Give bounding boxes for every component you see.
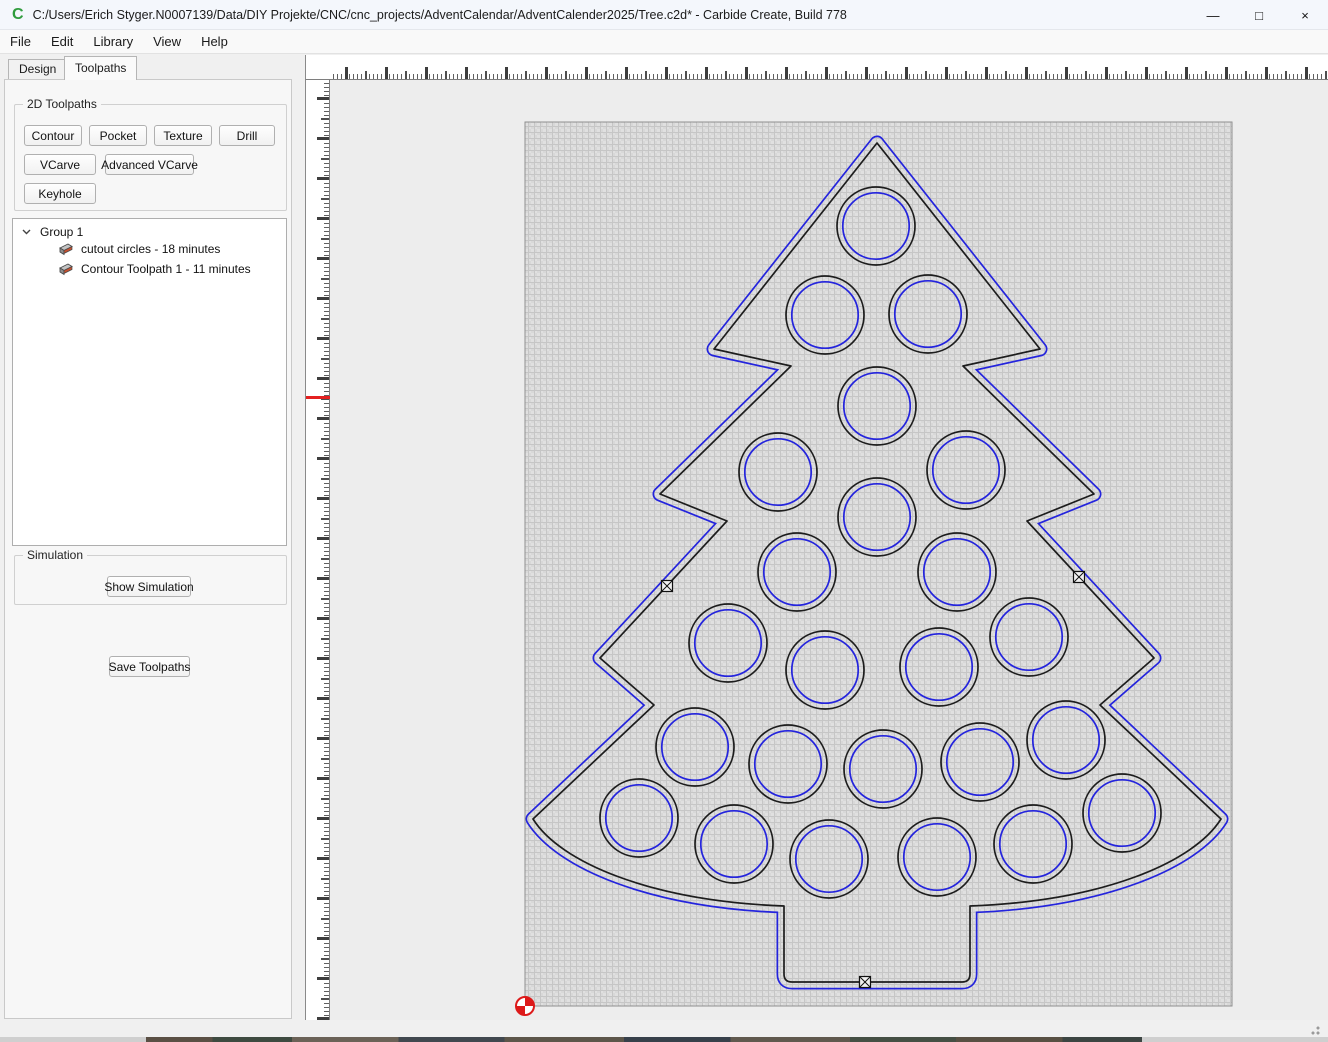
simulation-label: Simulation xyxy=(23,548,88,562)
ruler-position-indicator xyxy=(306,396,330,399)
toolpath-icon xyxy=(58,262,74,276)
minimize-button[interactable]: — xyxy=(1190,0,1236,30)
chevron-down-icon[interactable] xyxy=(22,229,31,235)
menu-help[interactable]: Help xyxy=(191,30,238,53)
tab-design[interactable]: Design xyxy=(8,59,68,79)
show-simulation-button[interactable]: Show Simulation xyxy=(104,576,194,597)
vertical-ruler xyxy=(305,55,330,1020)
title-bar: C C:/Users/Erich Styger.N0007139/Data/DI… xyxy=(0,0,1328,30)
resize-grip[interactable] xyxy=(1310,1025,1324,1035)
drill-button[interactable]: Drill xyxy=(219,125,275,146)
toolpath-item-row[interactable]: cutout circles - 18 minutes xyxy=(13,239,286,259)
taskbar-sliver xyxy=(0,1037,1328,1042)
advanced-vcarve-button[interactable]: Advanced VCarve xyxy=(101,154,198,175)
toolpath-group-label: Group 1 xyxy=(40,225,84,239)
toolpath-item-label: cutout circles - 18 minutes xyxy=(81,242,221,256)
app-logo-icon: C xyxy=(12,5,24,23)
ruler-corner xyxy=(305,55,331,80)
keyhole-button[interactable]: Keyhole xyxy=(24,183,96,204)
vcarve-button[interactable]: VCarve xyxy=(24,154,96,175)
menu-library[interactable]: Library xyxy=(83,30,143,53)
texture-button[interactable]: Texture xyxy=(154,125,212,146)
design-canvas-background[interactable] xyxy=(330,80,1328,1020)
save-toolpaths-button[interactable]: Save Toolpaths xyxy=(109,656,190,677)
window-title: C:/Users/Erich Styger.N0007139/Data/DIY … xyxy=(32,7,847,22)
toolpath-item-label: Contour Toolpath 1 - 11 minutes xyxy=(81,262,251,276)
menu-file[interactable]: File xyxy=(8,30,41,53)
tab-toolpaths[interactable]: Toolpaths xyxy=(64,56,138,80)
close-button[interactable]: × xyxy=(1282,0,1328,30)
toolpath-list[interactable]: Group 1 cutout circles - 18 minutes Conto… xyxy=(12,218,287,546)
toolpath-icon xyxy=(58,242,74,256)
toolpath-item-row[interactable]: Contour Toolpath 1 - 11 minutes xyxy=(13,259,286,279)
carbide-create-window: { "window": { "title": "C:/Users/Erich S… xyxy=(0,0,1328,1042)
maximize-button[interactable]: □ xyxy=(1236,0,1282,30)
2d-toolpaths-label: 2D Toolpaths xyxy=(23,97,101,111)
contour-button[interactable]: Contour xyxy=(24,125,82,146)
menu-bar: File Edit Library View Help xyxy=(0,30,1328,54)
window-bottom-strip xyxy=(0,1020,1328,1037)
horizontal-ruler xyxy=(305,55,1328,80)
menu-edit[interactable]: Edit xyxy=(41,30,83,53)
menu-view[interactable]: View xyxy=(143,30,191,53)
pocket-button[interactable]: Pocket xyxy=(89,125,147,146)
